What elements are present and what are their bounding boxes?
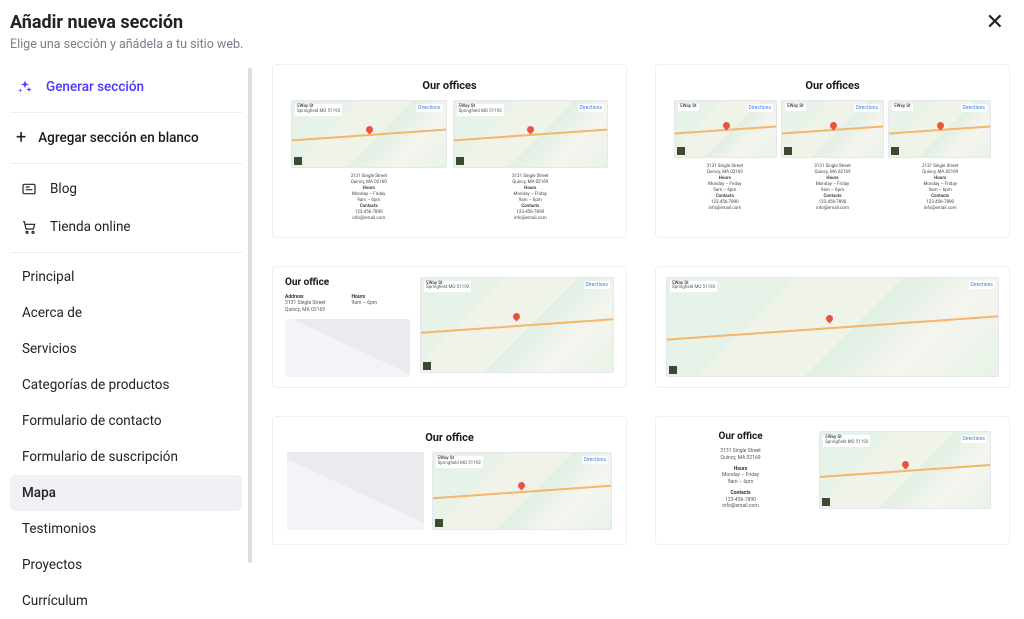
sidebar-item-label: Categorías de productos xyxy=(22,377,169,393)
sidebar-cat-contacto[interactable]: Formulario de contacto xyxy=(10,403,242,439)
template-card-map-full[interactable]: 5Way StSpringfield MO 51192 Directions xyxy=(655,266,1010,389)
map-directions: Directions xyxy=(578,104,604,112)
modal-title: Añadir nueva sección xyxy=(10,12,243,33)
sidebar-cat-acerca[interactable]: Acerca de xyxy=(10,295,242,331)
sidebar-cat-principal[interactable]: Principal xyxy=(10,259,242,295)
office-info: 3131 Single StreetQuincy, MA 02169 Hours… xyxy=(453,174,609,223)
divider xyxy=(10,112,242,113)
card-right-col: 5Way StSpringfield MO 51192 Directions xyxy=(420,277,614,373)
template-card-offices-2col[interactable]: Our offices 5Way StSpringfield MO 51192 … xyxy=(272,64,627,238)
map-preview: 5Way StDirections xyxy=(888,100,991,158)
cart-icon xyxy=(20,218,38,236)
map-preview: 5Way StSpringfield MO 51192 Directions xyxy=(666,277,999,378)
blog-icon xyxy=(20,180,38,198)
office-address: 3131 Single StreetQuincy, MA 02169 xyxy=(674,448,807,462)
card-title: Our office xyxy=(425,431,474,444)
sidebar-item-label: Formulario de contacto xyxy=(22,413,162,429)
sparkle-icon xyxy=(16,78,34,96)
sidebar-item-label: Principal xyxy=(22,269,74,285)
map-directions: Directions xyxy=(416,104,442,112)
generate-section-label: Generar sección xyxy=(46,79,144,95)
offices-info-row: 3131 Single StreetQuincy, MA 02169 Hours… xyxy=(291,174,608,223)
map-tooltip: 5Way StSpringfield MO 51192 xyxy=(457,104,504,116)
sidebar-cat-proyectos[interactable]: Proyectos xyxy=(10,547,242,583)
map-tooltip: 5Way StSpringfield MO 51192 xyxy=(295,104,342,116)
close-button[interactable]: ✕ xyxy=(984,12,1006,34)
sidebar-item-label: Testimonios xyxy=(22,521,96,537)
card-text-col: Our office 3131 Single StreetQuincy, MA … xyxy=(674,431,807,514)
office-info: 3131 Single StreetQuincy, MA 02169 Hours… xyxy=(291,174,447,223)
maps-row: 5Way StSpringfield MO 51192 Directions 5… xyxy=(291,100,608,168)
add-blank-label: Agregar sección en blanco xyxy=(38,130,198,146)
modal-header: Añadir nueva sección Elige una sección y… xyxy=(0,0,1024,58)
sidebar-item-store[interactable]: Tienda online xyxy=(10,208,242,246)
card-title: Our offices xyxy=(422,79,476,92)
offices-info-row: 3131 Single StreetQuincy, MA 02169 Hours… xyxy=(674,164,991,213)
sidebar: Generar sección + Agregar sección en bla… xyxy=(0,58,252,617)
office-info: 3131 Single StreetQuincy, MA 02169 Hours… xyxy=(674,164,776,213)
office-info-grid: Address3131 Single StreetQuincy, MA 0216… xyxy=(285,294,410,314)
sidebar-cat-suscripcion[interactable]: Formulario de suscripción xyxy=(10,439,242,475)
card-title: Our offices xyxy=(805,79,859,92)
card-title: Our office xyxy=(674,431,807,442)
template-card-office-split[interactable]: Our office Address3131 Single StreetQuin… xyxy=(272,266,627,389)
map-preview: 5Way StSpringfield MO 51192 Directions xyxy=(420,277,614,373)
template-grid: Our offices 5Way StSpringfield MO 51192 … xyxy=(252,58,1024,617)
generate-section-button[interactable]: Generar sección xyxy=(10,68,242,106)
template-card-office-image-map[interactable]: Our office 5Way StSpringfield MO 51192 D… xyxy=(272,416,627,545)
sidebar-item-label: Formulario de suscripción xyxy=(22,449,178,465)
sidebar-item-label: Tienda online xyxy=(50,219,131,235)
sidebar-item-label: Mapa xyxy=(22,485,56,501)
google-logo-icon xyxy=(456,157,464,165)
sidebar-scrollbar[interactable] xyxy=(248,68,252,563)
sidebar-cat-productos[interactable]: Categorías de productos xyxy=(10,367,242,403)
sidebar-cat-testimonios[interactable]: Testimonios xyxy=(10,511,242,547)
office-hours: HoursMonday – Friday9am – 6pm xyxy=(674,466,807,486)
office-info: 3131 Single StreetQuincy, MA 02169 Hours… xyxy=(889,164,991,213)
template-card-offices-3col[interactable]: Our offices 5Way StDirections 5Way StDir… xyxy=(655,64,1010,238)
modal-subtitle: Elige una sección y añádela a tu sitio w… xyxy=(10,37,243,52)
map-preview: 5Way StSpringfield MO 51192 Directions xyxy=(291,100,447,168)
map-preview: 5Way StDirections xyxy=(781,100,884,158)
sidebar-item-label: Blog xyxy=(50,181,77,197)
card-title: Our office xyxy=(285,277,410,288)
sidebar-cat-servicios[interactable]: Servicios xyxy=(10,331,242,367)
divider xyxy=(10,252,242,253)
close-icon: ✕ xyxy=(986,10,1004,35)
sidebar-cat-mapa[interactable]: Mapa xyxy=(10,475,242,511)
office-contacts: Contacts123-456-7890info@email.com xyxy=(674,490,807,510)
template-card-office-text-map[interactable]: Our office 3131 Single StreetQuincy, MA … xyxy=(655,416,1010,545)
sidebar-item-label: Servicios xyxy=(22,341,77,357)
divider xyxy=(10,163,242,164)
map-preview: 5Way StDirections xyxy=(674,100,777,158)
sidebar-item-label: Acerca de xyxy=(22,305,82,321)
header-text: Añadir nueva sección Elige una sección y… xyxy=(10,12,243,52)
add-blank-section-button[interactable]: + Agregar sección en blanco xyxy=(10,119,242,157)
sidebar-item-blog[interactable]: Blog xyxy=(10,170,242,208)
map-preview: 5Way StSpringfield MO 51192 Directions xyxy=(453,100,609,168)
office-info: 3131 Single StreetQuincy, MA 02169 Hours… xyxy=(782,164,884,213)
google-logo-icon xyxy=(294,157,302,165)
image-placeholder xyxy=(287,452,424,530)
map-preview: 5Way StSpringfield MO 51192 Directions xyxy=(819,431,991,509)
plus-icon: + xyxy=(16,129,26,147)
sidebar-item-label: Proyectos xyxy=(22,557,82,573)
image-placeholder xyxy=(285,319,410,377)
card-left-col: Our office Address3131 Single StreetQuin… xyxy=(285,277,410,378)
card-row: 5Way StSpringfield MO 51192 Directions xyxy=(287,452,612,530)
maps-row: 5Way StDirections 5Way StDirections 5Way… xyxy=(674,100,991,158)
sidebar-item-label: Currículum xyxy=(22,593,88,609)
map-preview: 5Way StSpringfield MO 51192 Directions xyxy=(432,452,613,530)
modal-body: Generar sección + Agregar sección en bla… xyxy=(0,58,1024,617)
sidebar-cat-curriculum[interactable]: Currículum xyxy=(10,583,242,617)
